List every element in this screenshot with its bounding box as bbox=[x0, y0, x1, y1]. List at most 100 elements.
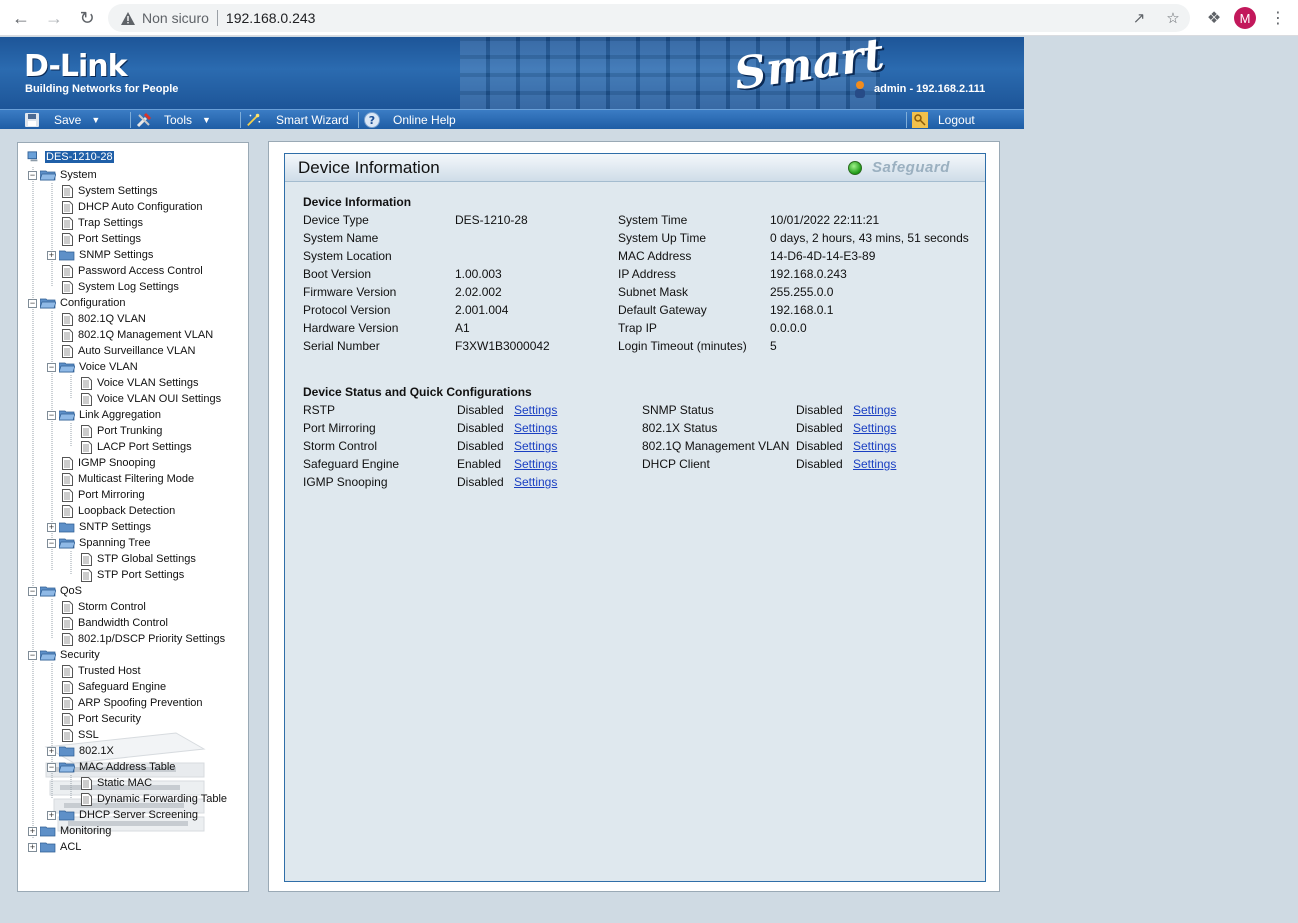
tree-item-vlan[interactable]: 802.1Q VLAN bbox=[62, 311, 147, 327]
save-menu[interactable]: Save ▼ bbox=[24, 110, 100, 129]
settings-link[interactable]: Settings bbox=[514, 439, 557, 453]
collapse-toggle-icon[interactable]: − bbox=[28, 650, 37, 660]
tree-item-dhcp-screen[interactable]: + DHCP Server Screening bbox=[47, 807, 199, 823]
info-label: Protocol Version bbox=[303, 303, 391, 317]
document-icon bbox=[81, 376, 92, 390]
tree-item-mgmt-vlan[interactable]: 802.1Q Management VLAN bbox=[62, 327, 214, 343]
tree-item-lacp[interactable]: LACP Port Settings bbox=[81, 439, 193, 455]
tree-item-voice-vlan[interactable]: − Voice VLAN bbox=[47, 359, 139, 375]
tree-item-ssl[interactable]: SSL bbox=[62, 727, 100, 743]
status-value: Disabled bbox=[796, 403, 843, 417]
tree-item-acl[interactable]: + ACL bbox=[28, 839, 82, 855]
tree-item-storm[interactable]: Storm Control bbox=[62, 599, 147, 615]
collapse-toggle-icon[interactable]: − bbox=[28, 586, 37, 596]
tree-item-port-security[interactable]: Port Security bbox=[62, 711, 142, 727]
reload-icon[interactable]: ↻ bbox=[75, 6, 99, 30]
tree-item-port-trunking[interactable]: Port Trunking bbox=[81, 423, 163, 439]
expand-toggle-icon[interactable]: + bbox=[47, 522, 56, 532]
extensions-puzzle-icon[interactable]: ❖ bbox=[1204, 8, 1224, 28]
tree-item-system[interactable]: − System bbox=[28, 167, 98, 183]
document-icon bbox=[81, 392, 92, 406]
expand-toggle-icon[interactable]: + bbox=[47, 746, 56, 756]
share-icon[interactable]: ↗ bbox=[1128, 8, 1150, 28]
collapse-toggle-icon[interactable]: − bbox=[47, 362, 56, 372]
info-label: System Up Time bbox=[618, 231, 707, 245]
settings-link[interactable]: Settings bbox=[514, 403, 557, 417]
bookmark-star-icon[interactable]: ☆ bbox=[1162, 8, 1184, 28]
smart-wizard-menu[interactable]: Smart Wizard bbox=[246, 110, 349, 129]
tree-item-port-mirroring[interactable]: Port Mirroring bbox=[62, 487, 146, 503]
more-menu-icon[interactable]: ⋮ bbox=[1268, 8, 1288, 28]
expand-toggle-icon[interactable]: + bbox=[28, 826, 37, 836]
tree-item-multicast[interactable]: Multicast Filtering Mode bbox=[62, 471, 195, 487]
tree-item-safeguard[interactable]: Safeguard Engine bbox=[62, 679, 167, 695]
address-bar[interactable]: Non sicuro 192.168.0.243 ↗ ☆ bbox=[108, 4, 1190, 32]
tree-item-monitoring[interactable]: + Monitoring bbox=[28, 823, 112, 839]
settings-link[interactable]: Settings bbox=[853, 403, 896, 417]
tree-item-static-mac[interactable]: Static MAC bbox=[81, 775, 153, 791]
collapse-toggle-icon[interactable]: − bbox=[47, 410, 56, 420]
document-icon bbox=[62, 280, 73, 294]
tree-item-system-settings[interactable]: System Settings bbox=[62, 183, 158, 199]
expand-toggle-icon[interactable]: + bbox=[28, 842, 37, 852]
tree-item-voice-vlan-settings[interactable]: Voice VLAN Settings bbox=[81, 375, 200, 391]
tree-item-sntp[interactable]: + SNTP Settings bbox=[47, 519, 152, 535]
settings-link[interactable]: Settings bbox=[514, 475, 557, 489]
tree-item-qos[interactable]: − QoS bbox=[28, 583, 83, 599]
tree-item-link-agg[interactable]: − Link Aggregation bbox=[47, 407, 162, 423]
tree-item-mac-table[interactable]: − MAC Address Table bbox=[47, 759, 176, 775]
tree-item-bandwidth[interactable]: Bandwidth Control bbox=[62, 615, 169, 631]
collapse-toggle-icon[interactable]: − bbox=[47, 762, 56, 772]
url-text[interactable]: 192.168.0.243 bbox=[226, 10, 316, 26]
tree-item-priority[interactable]: 802.1p/DSCP Priority Settings bbox=[62, 631, 226, 647]
svg-text:?: ? bbox=[369, 114, 375, 127]
settings-link[interactable]: Settings bbox=[853, 421, 896, 435]
tree-item-dot1x[interactable]: +802.1X bbox=[47, 743, 115, 759]
tree-item-port-settings[interactable]: Port Settings bbox=[62, 231, 142, 247]
settings-link[interactable]: Settings bbox=[853, 457, 896, 471]
document-icon bbox=[62, 344, 73, 358]
settings-link[interactable]: Settings bbox=[514, 457, 557, 471]
tree-item-label: System Log Settings bbox=[78, 281, 179, 293]
tree-item-label: Monitoring bbox=[60, 825, 112, 837]
forward-arrow-icon[interactable]: → bbox=[42, 6, 66, 30]
tree-item-label: System Settings bbox=[78, 185, 158, 197]
tree-item-trusted[interactable]: Trusted Host bbox=[62, 663, 142, 679]
smart-wizard-label: Smart Wizard bbox=[276, 112, 349, 127]
tree-item-syslog[interactable]: System Log Settings bbox=[62, 279, 180, 295]
tree-item-dhcp-auto[interactable]: DHCP Auto Configuration bbox=[62, 199, 204, 215]
tree-item-label: DHCP Auto Configuration bbox=[78, 201, 203, 213]
online-help-menu[interactable]: ? Online Help bbox=[364, 110, 456, 129]
profile-avatar[interactable]: M bbox=[1234, 7, 1256, 29]
tree-item-configuration[interactable]: − Configuration bbox=[28, 295, 126, 311]
tree-item-loopback[interactable]: Loopback Detection bbox=[62, 503, 176, 519]
tree-item-snmp[interactable]: + SNMP Settings bbox=[47, 247, 154, 263]
tree-item-security[interactable]: − Security bbox=[28, 647, 101, 663]
tree-item-spanning[interactable]: − Spanning Tree bbox=[47, 535, 152, 551]
tree-item-password[interactable]: Password Access Control bbox=[62, 263, 204, 279]
collapse-toggle-icon[interactable]: − bbox=[28, 170, 37, 180]
tree-item-voice-oui[interactable]: Voice VLAN OUI Settings bbox=[81, 391, 222, 407]
document-icon bbox=[62, 488, 73, 502]
security-label[interactable]: Non sicuro bbox=[142, 10, 209, 26]
tree-item-trap[interactable]: Trap Settings bbox=[62, 215, 144, 231]
tree-item-dynamic-fwd[interactable]: Dynamic Forwarding Table bbox=[81, 791, 228, 807]
collapse-toggle-icon[interactable]: − bbox=[28, 298, 37, 308]
collapse-toggle-icon[interactable]: − bbox=[47, 538, 56, 548]
expand-toggle-icon[interactable]: + bbox=[47, 810, 56, 820]
expand-toggle-icon[interactable]: + bbox=[47, 250, 56, 260]
tree-item-auto-surv[interactable]: Auto Surveillance VLAN bbox=[62, 343, 196, 359]
tools-menu[interactable]: Tools ▼ bbox=[136, 110, 211, 129]
tree-item-igmp[interactable]: IGMP Snooping bbox=[62, 455, 156, 471]
settings-link[interactable]: Settings bbox=[514, 421, 557, 435]
tree-item-stp-port[interactable]: STP Port Settings bbox=[81, 567, 185, 583]
tree-root-device[interactable]: DES-1210-28 bbox=[26, 149, 114, 165]
settings-link[interactable]: Settings bbox=[853, 439, 896, 453]
tree-item-label: Security bbox=[60, 649, 100, 661]
document-icon bbox=[62, 456, 73, 470]
logout-menu[interactable]: Logout bbox=[912, 110, 975, 129]
back-arrow-icon[interactable]: ← bbox=[9, 6, 33, 30]
tree-item-stp-global[interactable]: STP Global Settings bbox=[81, 551, 197, 567]
tree-item-arp[interactable]: ARP Spoofing Prevention bbox=[62, 695, 204, 711]
warning-triangle-icon[interactable] bbox=[120, 10, 136, 26]
